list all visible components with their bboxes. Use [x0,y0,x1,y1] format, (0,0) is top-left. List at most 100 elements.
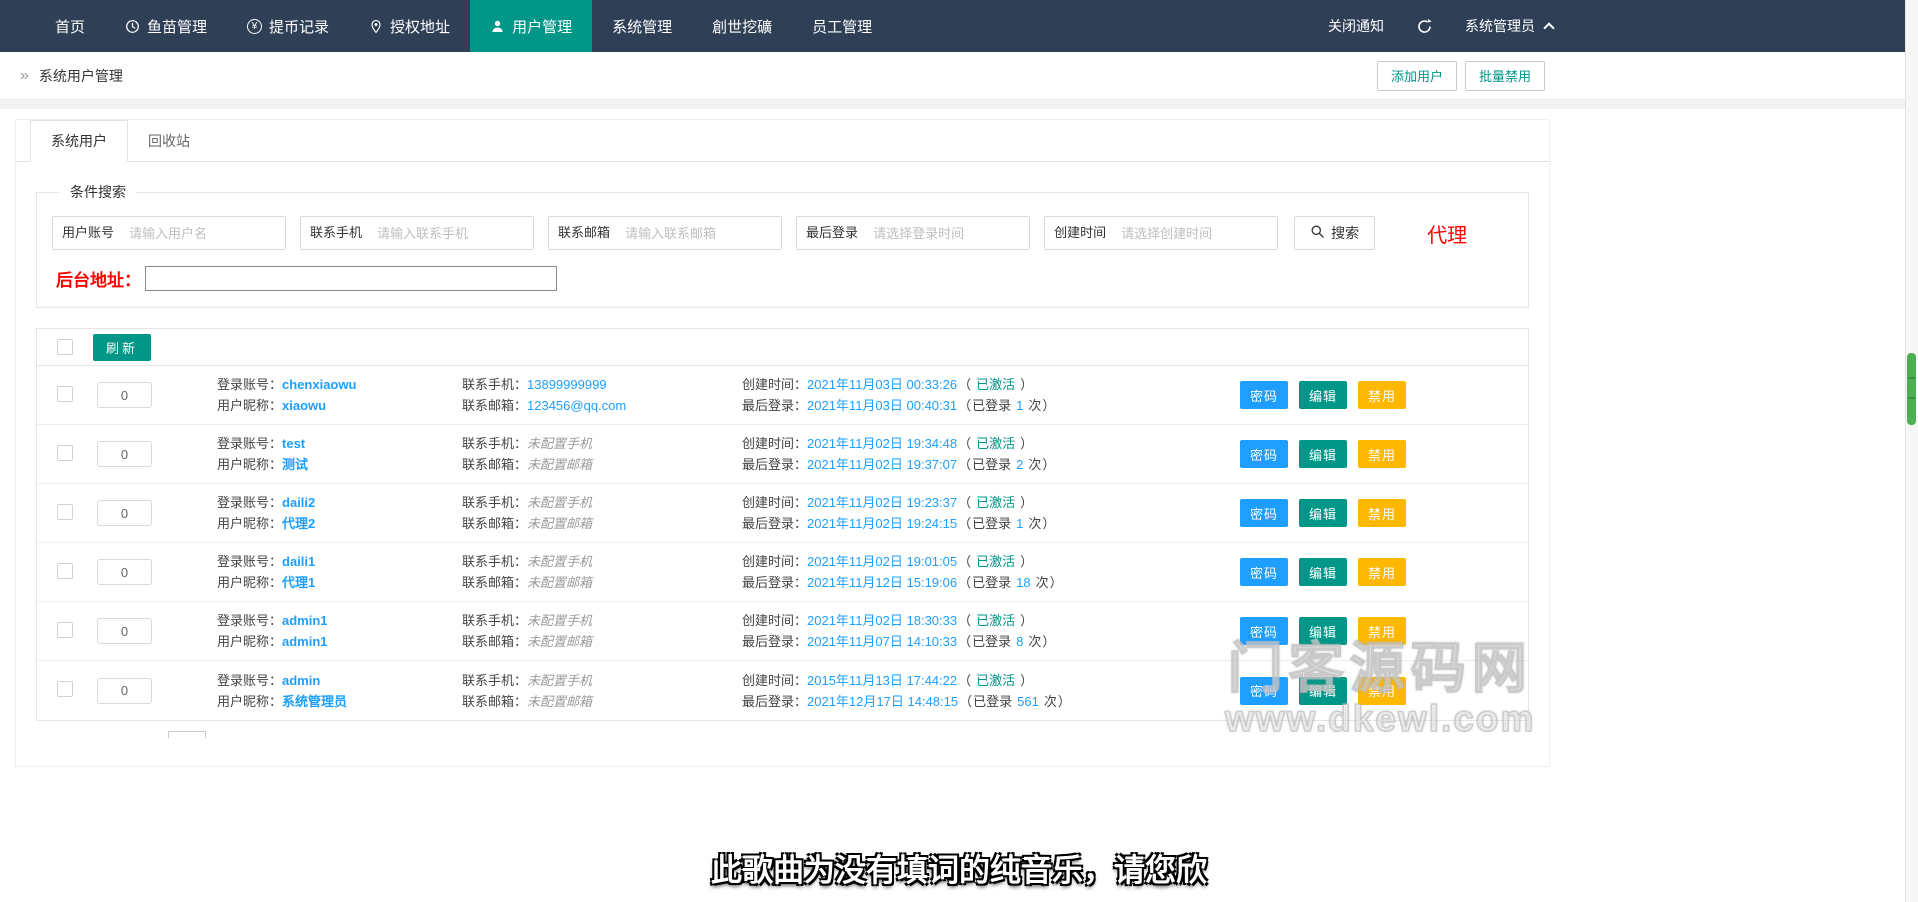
row-order-input[interactable] [97,500,152,526]
field-label: 最后登录 [797,217,867,249]
edit-button[interactable]: 编辑 [1299,617,1347,645]
nav-item-user-management[interactable]: 用户管理 [470,0,592,52]
refresh-button[interactable]: 刷新 [93,334,151,361]
row-checkbox[interactable] [57,504,73,520]
row-account-link[interactable]: admin [282,670,320,691]
row-nickname-link[interactable]: 测试 [282,454,308,475]
row-created-value: 2021年11月03日 00:33:26 [807,374,957,395]
row-order-input[interactable] [97,618,152,644]
password-button[interactable]: 密码 [1240,617,1288,645]
field-label: 联系邮箱 [549,217,619,249]
row-order-input[interactable] [97,559,152,585]
nav-item-system-management[interactable]: 系统管理 [592,0,692,52]
account-label: 登录账号： [217,670,282,691]
disable-button[interactable]: 禁用 [1358,617,1406,645]
edit-button[interactable]: 编辑 [1299,558,1347,586]
row-email-value: 未配置邮箱 [527,513,592,534]
created-label: 创建时间： [742,433,807,454]
password-button[interactable]: 密码 [1240,440,1288,468]
row-account-link[interactable]: chenxiaowu [282,374,356,395]
edit-button[interactable]: 编辑 [1299,499,1347,527]
row-last-login-value: 2021年11月02日 19:37:07 [807,454,957,475]
row-phone-value: 13899999999 [527,374,607,395]
row-order-input[interactable] [97,678,152,704]
email-label: 联系邮箱： [462,572,527,593]
email-input[interactable] [619,217,781,249]
nav-item-staff-management[interactable]: 员工管理 [792,0,892,52]
refresh-icon[interactable] [1416,18,1433,35]
row-nickname-link[interactable]: 代理2 [282,513,315,534]
vertical-scrollbar[interactable] [1905,0,1918,902]
top-navbar: 首页 鱼苗管理 ¥ 提币记录 授权地址 用户管理 系统管理 [0,0,1918,52]
nav-item-withdraw-records[interactable]: ¥ 提币记录 [227,0,349,52]
table-header: 刷新 [37,329,1528,366]
created-time-input[interactable] [1115,217,1277,249]
row-nickname-link[interactable]: 代理1 [282,572,315,593]
disable-button[interactable]: 禁用 [1358,677,1406,705]
row-activated-status: 已激活 [976,610,1015,631]
backend-address-input[interactable] [145,266,557,291]
row-phone-value: 未配置手机 [527,433,592,454]
row-nickname-link[interactable]: xiaowu [282,395,326,416]
tab-recycle-bin[interactable]: 回收站 [128,121,210,161]
account-label: 登录账号： [217,610,282,631]
row-account-link[interactable]: test [282,433,305,454]
row-last-login-value: 2021年11月02日 19:24:15 [807,513,957,534]
page-title: 系统用户管理 [39,66,123,86]
row-login-count: 1 [1016,395,1023,416]
row-account-link[interactable]: admin1 [282,610,328,631]
pagination-fragment[interactable] [168,731,206,738]
phone-input[interactable] [371,217,533,249]
password-button[interactable]: 密码 [1240,381,1288,409]
row-phone-value: 未配置手机 [527,670,592,691]
add-user-button[interactable]: 添加用户 [1377,61,1457,91]
search-button[interactable]: 搜索 [1294,216,1375,250]
nickname-label: 用户昵称： [217,631,282,652]
row-account-link[interactable]: daili2 [282,492,315,513]
disable-button[interactable]: 禁用 [1358,499,1406,527]
account-input[interactable] [123,217,285,249]
batch-disable-button[interactable]: 批量禁用 [1465,61,1545,91]
nav-item-home[interactable]: 首页 [35,0,105,52]
close-notification-link[interactable]: 关闭通知 [1328,16,1384,36]
row-last-login-value: 2021年12月17日 14:48:15 [807,691,958,712]
nav-item-fry-management[interactable]: 鱼苗管理 [105,0,227,52]
select-all-checkbox[interactable] [57,339,73,355]
tab-system-users[interactable]: 系统用户 [30,120,128,162]
row-checkbox[interactable] [57,563,73,579]
caret-up-icon [1543,22,1554,33]
admin-dropdown[interactable]: 系统管理员 [1465,16,1553,36]
nav-item-authorized-address[interactable]: 授权地址 [349,0,470,52]
row-nickname-link[interactable]: admin1 [282,631,328,652]
edit-button[interactable]: 编辑 [1299,381,1347,409]
nav-item-genesis-mining[interactable]: 創世挖礦 [692,0,792,52]
row-checkbox[interactable] [57,386,73,402]
disable-button[interactable]: 禁用 [1358,440,1406,468]
nav-item-label: 授权地址 [390,16,450,37]
edit-button[interactable]: 编辑 [1299,677,1347,705]
password-button[interactable]: 密码 [1240,677,1288,705]
row-order-input[interactable] [97,382,152,408]
nickname-label: 用户昵称： [217,395,282,416]
created-label: 创建时间： [742,610,807,631]
row-checkbox[interactable] [57,445,73,461]
row-account-link[interactable]: daili1 [282,551,315,572]
nav-item-label: 提币记录 [269,16,329,37]
search-field-account: 用户账号 [52,216,286,250]
password-button[interactable]: 密码 [1240,558,1288,586]
row-order-input[interactable] [97,441,152,467]
row-checkbox[interactable] [57,681,73,697]
row-checkbox[interactable] [57,622,73,638]
row-activated-status: 已激活 [976,433,1015,454]
last-login-input[interactable] [867,217,1029,249]
phone-label: 联系手机： [462,374,527,395]
table-row: 登录账号： test 用户昵称： 测试 联系手机： 未配置手机 联系邮箱： 未配… [37,425,1528,484]
table-row: 登录账号： daili1 用户昵称： 代理1 联系手机： 未配置手机 联系邮箱：… [37,543,1528,602]
row-nickname-link[interactable]: 系统管理员 [282,691,347,712]
disable-button[interactable]: 禁用 [1358,381,1406,409]
row-last-login-value: 2021年11月03日 00:40:31 [807,395,957,416]
disable-button[interactable]: 禁用 [1358,558,1406,586]
edit-button[interactable]: 编辑 [1299,440,1347,468]
scrollbar-thumb[interactable] [1907,353,1916,425]
password-button[interactable]: 密码 [1240,499,1288,527]
